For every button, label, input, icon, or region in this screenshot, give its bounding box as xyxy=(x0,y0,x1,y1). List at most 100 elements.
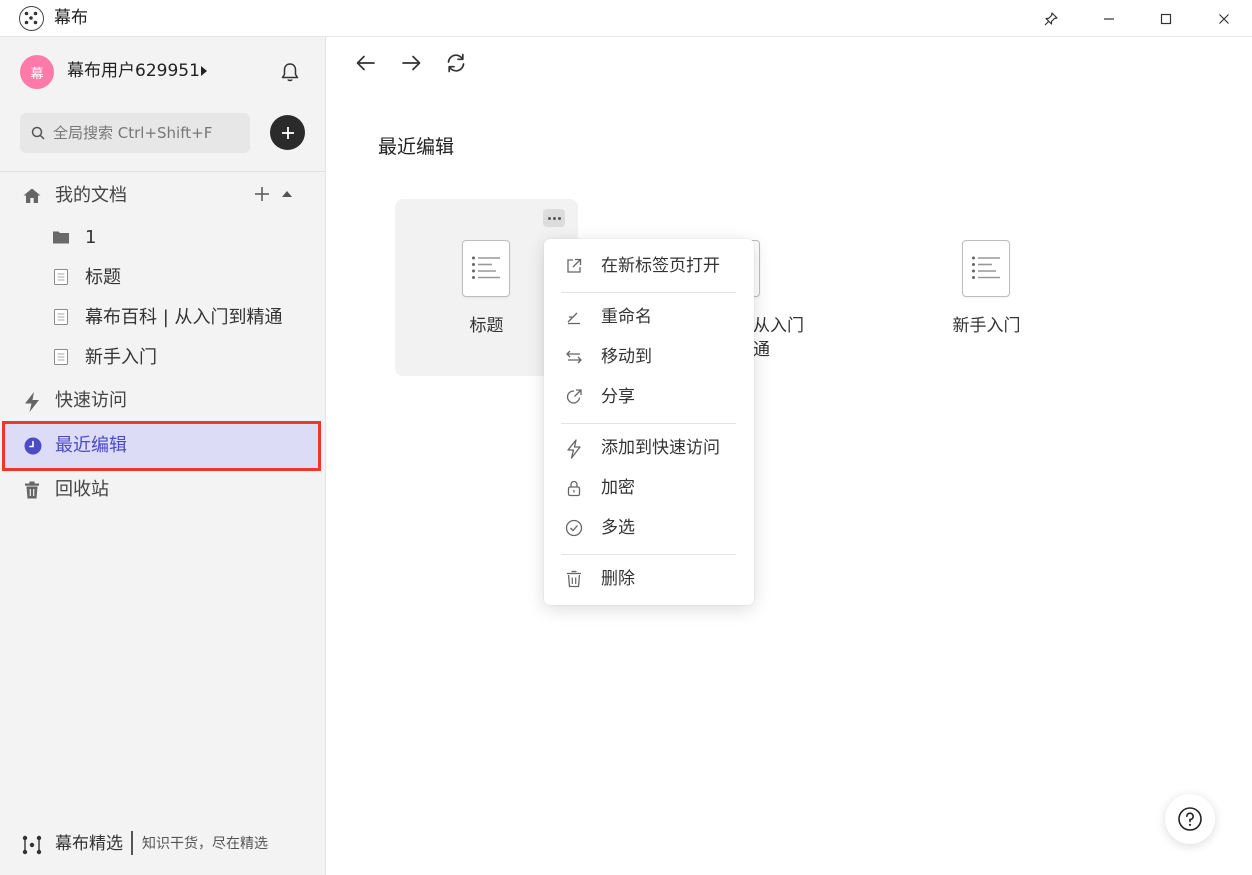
menu-item-label: 分享 xyxy=(601,387,635,407)
menu-item-delete[interactable]: 删除 xyxy=(544,560,754,598)
list-doc-icon xyxy=(972,256,1000,279)
avatar[interactable]: 幕 xyxy=(20,55,54,89)
app-title: 幕布 xyxy=(54,8,88,28)
pin-icon xyxy=(1044,11,1058,25)
trash-icon xyxy=(567,570,581,588)
tree-item-label: 新手入门 xyxy=(85,347,157,368)
menu-item-label: 加密 xyxy=(601,478,635,498)
document-card[interactable]: 新手入门 xyxy=(895,199,1078,376)
mubu-logo-icon xyxy=(22,835,42,855)
document-icon xyxy=(54,269,68,285)
title-bar: 幕布 xyxy=(0,0,1252,37)
maximize-icon xyxy=(1160,13,1172,24)
caret-right-icon[interactable] xyxy=(201,66,207,76)
more-icon xyxy=(547,216,551,220)
document-thumbnail xyxy=(462,240,510,297)
sidebar-item-my-docs[interactable]: 我的文档 xyxy=(0,176,326,216)
tree-item-label: 1 xyxy=(85,227,97,248)
menu-item-rename[interactable]: 重命名 xyxy=(544,298,754,336)
open-external-icon xyxy=(567,258,582,273)
tree-item-label: 幕布百科 | 从入门到精通 xyxy=(85,307,283,328)
search-icon xyxy=(31,126,45,140)
menu-divider xyxy=(561,292,736,293)
lightning-icon xyxy=(25,392,39,412)
minimize-button[interactable] xyxy=(1081,0,1137,37)
tree-item-label: 标题 xyxy=(85,267,121,288)
lightning-icon xyxy=(567,439,581,459)
tree-item-folder[interactable]: 1 xyxy=(0,218,326,258)
clock-icon xyxy=(24,437,42,455)
forward-button[interactable] xyxy=(399,51,423,75)
rename-icon xyxy=(567,312,580,325)
lock-icon xyxy=(567,480,581,497)
list-doc-icon xyxy=(472,256,500,279)
search-input[interactable] xyxy=(53,121,243,145)
help-icon xyxy=(1178,807,1202,831)
sidebar-item-label: 我的文档 xyxy=(55,185,127,206)
menu-item-add-quick-access[interactable]: 添加到快速访问 xyxy=(544,429,754,467)
footer-slogan: 知识干货，尽在精选 xyxy=(142,836,268,852)
menu-item-label: 添加到快速访问 xyxy=(601,438,720,458)
back-button[interactable] xyxy=(354,51,378,75)
page-title: 最近编辑 xyxy=(378,136,455,158)
divider xyxy=(131,831,133,855)
app-logo-icon xyxy=(19,6,44,31)
sidebar-item-label: 最近编辑 xyxy=(55,435,127,456)
menu-item-open-new-tab[interactable]: 在新标签页打开 xyxy=(544,247,754,285)
more-options-button[interactable] xyxy=(543,209,565,227)
collapse-caret-icon[interactable] xyxy=(282,191,292,197)
menu-item-label: 在新标签页打开 xyxy=(601,256,720,276)
menu-item-multi-select[interactable]: 多选 xyxy=(544,509,754,547)
share-icon xyxy=(566,389,582,404)
create-new-button[interactable] xyxy=(270,115,305,150)
more-icon-dot xyxy=(557,216,561,220)
trash-icon xyxy=(25,481,39,499)
check-circle-icon xyxy=(565,519,583,537)
tree-item-document[interactable]: 新手入门 xyxy=(0,338,326,378)
menu-item-encrypt[interactable]: 加密 xyxy=(544,469,754,507)
pin-button[interactable] xyxy=(1023,0,1079,37)
more-icon-dot xyxy=(552,216,556,220)
menu-item-label: 删除 xyxy=(601,569,635,589)
divider xyxy=(0,171,326,172)
tree-item-document[interactable]: 幕布百科 | 从入门到精通 xyxy=(0,298,326,338)
sidebar-footer[interactable]: 幕布精选 知识干货，尽在精选 xyxy=(0,815,326,875)
user-name[interactable]: 幕布用户629951 xyxy=(67,59,200,83)
plus-icon xyxy=(281,126,294,139)
close-icon xyxy=(1219,13,1229,24)
document-icon xyxy=(54,309,68,325)
card-title: 新手入门 xyxy=(952,316,1021,336)
menu-divider xyxy=(561,423,736,424)
home-icon xyxy=(23,188,41,203)
maximize-button[interactable] xyxy=(1138,0,1194,37)
document-icon xyxy=(54,349,68,365)
bell-icon xyxy=(281,63,299,82)
sidebar-item-trash[interactable]: 回收站 xyxy=(0,470,326,510)
document-thumbnail xyxy=(962,240,1010,297)
refresh-icon xyxy=(447,53,465,73)
add-doc-icon[interactable] xyxy=(253,185,271,203)
menu-item-move[interactable]: 移动到 xyxy=(544,338,754,376)
sidebar-item-recent[interactable]: 最近编辑 xyxy=(2,421,321,471)
folder-icon xyxy=(53,231,69,244)
close-button[interactable] xyxy=(1196,0,1252,37)
arrow-right-icon xyxy=(402,55,421,71)
menu-divider xyxy=(561,554,736,555)
context-menu: 在新标签页打开 重命名 移动到 分享 添加到快速访问 加密 多选 删除 xyxy=(544,239,754,605)
help-button[interactable] xyxy=(1165,794,1215,844)
card-title: 从入门 xyxy=(753,316,804,336)
refresh-button[interactable] xyxy=(444,51,468,75)
sidebar-item-label: 回收站 xyxy=(55,479,109,500)
menu-item-share[interactable]: 分享 xyxy=(544,378,754,416)
footer-brand: 幕布精选 xyxy=(55,834,123,854)
sidebar: 幕 幕布用户629951 我的文档 xyxy=(0,37,326,875)
menu-item-label: 移动到 xyxy=(601,347,652,367)
tree-item-document[interactable]: 标题 xyxy=(0,258,326,298)
menu-item-label: 重命名 xyxy=(601,307,652,327)
global-search[interactable] xyxy=(20,113,250,153)
sidebar-item-quick-access[interactable]: 快速访问 xyxy=(0,381,326,421)
arrow-left-icon xyxy=(356,55,375,71)
card-title-line2: 通 xyxy=(753,340,770,360)
notification-button[interactable] xyxy=(279,61,301,83)
menu-item-label: 多选 xyxy=(601,518,635,538)
